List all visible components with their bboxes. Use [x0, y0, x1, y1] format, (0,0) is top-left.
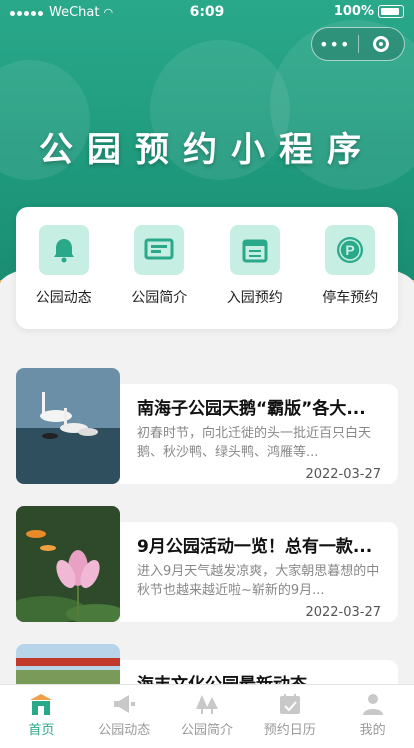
tab-home[interactable]: 首页: [0, 685, 83, 748]
menu-label: 停车预约: [322, 290, 379, 306]
news-date: 2022-03-27: [305, 605, 381, 620]
board-icon: [134, 225, 185, 275]
tab-mine[interactable]: 我的: [331, 685, 414, 748]
page-title: 公园预约小程序: [39, 130, 375, 170]
news-thumbnail-park: [16, 644, 120, 684]
tab-label: 公园简介: [180, 723, 233, 738]
quick-menu: 公园动态 公园简介 入园预约 P 停车预约: [16, 207, 398, 329]
news-description: 进入9月天气越发凉爽，大家朝思暮想的中秋节也越来越近啦~崭新的9月...: [137, 564, 380, 598]
news-thumbnail-lotus: [16, 506, 120, 622]
close-icon: [373, 36, 390, 52]
news-card[interactable]: 南海子公园天鹅“霸版”各大... 初春时节，向北迁徙的头一批近百只白天鹅、秋沙鸭…: [16, 368, 398, 484]
news-body: 9月公园活动一览！总有一款... 进入9月天气越发凉爽，大家朝思暮想的中秋节也越…: [120, 522, 398, 622]
svg-text:P: P: [346, 242, 355, 258]
tab-label: 公园动态: [98, 723, 151, 738]
news-body: 南海子公园天鹅“霸版”各大... 初春时节，向北迁徙的头一批近百只白天鹅、秋沙鸭…: [120, 384, 398, 484]
battery-percent: 100%: [333, 4, 374, 19]
news-card[interactable]: 海丰文化公园最新动态: [16, 644, 398, 684]
menu-item-parking-booking[interactable]: P 停车预约: [310, 225, 390, 307]
menu-item-entry-booking[interactable]: 入园预约: [215, 225, 295, 307]
news-card[interactable]: 9月公园活动一览！总有一款... 进入9月天气越发凉爽，大家朝思暮想的中秋节也越…: [16, 506, 398, 622]
menu-label: 公园简介: [131, 290, 188, 306]
tab-booking-calendar[interactable]: 预约日历: [248, 685, 331, 748]
parking-icon: P: [325, 225, 376, 275]
news-title: 海丰文化公园最新动态: [137, 670, 386, 684]
menu-label: 公园动态: [35, 290, 92, 306]
bell-icon: [38, 225, 89, 275]
tab-label: 首页: [28, 723, 55, 738]
news-body: 海丰文化公园最新动态: [120, 660, 398, 684]
news-description: 初春时节，向北迁徙的头一批近百只白天鹅、秋沙鸭、绿头鸭、鸿雁等...: [137, 426, 372, 460]
close-button[interactable]: [359, 36, 405, 52]
news-title: 南海子公园天鹅“霸版”各大...: [137, 399, 366, 419]
user-icon: [360, 691, 386, 716]
calendar-check-icon: [277, 691, 303, 716]
mini-program-capsule: •••: [311, 27, 405, 61]
megaphone-icon: [111, 691, 137, 716]
tab-label: 预约日历: [263, 723, 316, 738]
menu-item-park-intro[interactable]: 公园简介: [119, 225, 199, 307]
menu-item-park-news[interactable]: 公园动态: [24, 225, 104, 307]
trees-icon: [194, 691, 220, 716]
news-thumbnail-swans: [16, 368, 120, 484]
calendar-icon: [229, 225, 280, 275]
tab-bar: 首页 公园动态 公园简介 预约日历 我的: [0, 684, 414, 748]
status-bar: WeChat ◠ 6:09 100%: [0, 0, 414, 26]
tab-label: 我的: [359, 723, 386, 738]
home-icon: [28, 691, 54, 716]
news-date: 2022-03-27: [305, 467, 381, 482]
news-title: 9月公园活动一览！总有一款...: [137, 537, 373, 557]
tab-park-intro[interactable]: 公园简介: [166, 685, 249, 748]
menu-label: 入园预约: [226, 290, 283, 306]
battery-icon: [378, 5, 404, 18]
tab-park-news[interactable]: 公园动态: [83, 685, 166, 748]
more-button[interactable]: •••: [312, 35, 358, 54]
